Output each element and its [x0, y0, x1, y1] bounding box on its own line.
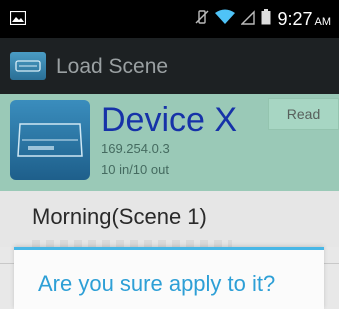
scene-label: Morning(Scene 1) — [32, 204, 207, 229]
dialog-title: Are you sure apply to it? — [38, 271, 276, 296]
battery-icon — [261, 8, 271, 30]
signal-icon — [240, 9, 256, 30]
device-io-count: 10 in/10 out — [101, 162, 169, 177]
dialog-accent-bar — [14, 247, 324, 250]
device-ip: 169.254.0.3 — [101, 141, 170, 156]
confirm-dialog: Are you sure apply to it? — [14, 247, 324, 309]
vibrate-off-icon — [195, 9, 209, 30]
status-time-value: 9:27 — [277, 8, 313, 29]
scene-list-item[interactable]: Morning(Scene 1) — [0, 191, 339, 247]
status-icons: 9:27 AM — [195, 0, 331, 38]
device-name: Device X — [101, 101, 238, 139]
device-card[interactable]: Device X 169.254.0.3 10 in/10 out Read — [0, 94, 339, 191]
load-scene-screen: 9:27 AM Load Scene Device X 169.254.0.3 1… — [0, 0, 339, 309]
status-ampm: AM — [314, 15, 332, 28]
status-bar: 9:27 AM — [0, 0, 339, 38]
wifi-icon — [215, 9, 236, 30]
screen-title: Load Scene — [56, 55, 169, 78]
action-bar: Load Scene — [0, 38, 339, 94]
device-rack-icon[interactable] — [10, 52, 46, 80]
read-button[interactable]: Read — [268, 98, 339, 130]
device-rack-icon — [10, 100, 90, 180]
status-time: 9:27 AM — [277, 9, 331, 30]
picture-icon — [9, 10, 27, 30]
